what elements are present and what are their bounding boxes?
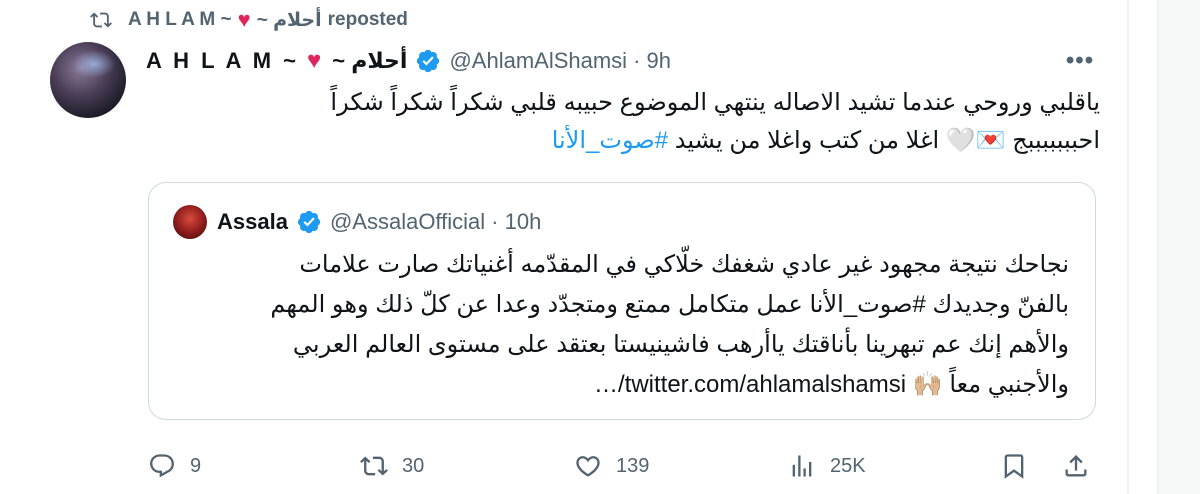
reply-icon [150,454,174,478]
avatar[interactable] [50,42,126,118]
repost-user[interactable]: A H L A M ~ [128,9,232,31]
quoted-text-line: نجاحك نتيجة مجهود غير عادي شغفك خلّاكي ف… [299,251,1069,278]
quoted-avatar[interactable] [173,205,207,239]
share-button[interactable] [1062,446,1104,486]
tweet-card[interactable]: A H L A M ~ ♥ ~ أحلام reposted A H L A M… [0,0,1127,494]
repost-label: reposted [327,9,408,30]
repost-icon [90,12,112,28]
handle[interactable]: @AhlamAlShamsi [449,48,627,74]
quoted-tweet[interactable]: Assala @AssalaOfficial · 10h نجاحك نتيجة… [148,182,1096,420]
quoted-text-line: والأجنبي معاً 🙌🏼 twitter.com/ahlamalsham… [593,371,1069,398]
quoted-tweet-text: نجاحك نتيجة مجهود غير عادي شغفك خلّاكي ف… [179,245,1069,405]
heart-emoji-icon: ♥ [237,7,251,32]
views-icon [792,455,812,477]
quoted-text-line: والأهم إنك عم تبهرينا بأناقتك ياأرهب فاش… [292,331,1069,358]
more-icon[interactable]: ••• [1062,49,1098,76]
quoted-timestamp[interactable]: · 10h [491,209,541,235]
action-bar: 9 30 139 25K [148,446,1098,486]
hashtag-link[interactable]: #صوت_الأنا [552,127,668,154]
timestamp[interactable]: · 9h [633,48,671,74]
quoted-tweet-header: Assala @AssalaOfficial · 10h [173,205,541,239]
share-icon [1065,455,1087,477]
tweet-header: A H L A M ~ ♥ ~ أحلام @AhlamAlShamsi · 9… [146,44,671,78]
reply-button[interactable]: 9 [148,446,201,486]
like-icon [576,456,600,477]
reply-count: 9 [190,454,202,477]
retweet-icon [360,456,388,476]
quoted-handle[interactable]: @AssalaOfficial [330,209,485,235]
tweet-text-line: ياقلبي وروحي عندما تشيد الاصاله ينتهي ال… [330,89,1100,116]
repost-count: 30 [402,454,425,477]
heart-emoji-icon: ♥ [307,47,325,74]
like-count: 139 [616,454,650,477]
display-name[interactable]: A H L A M ~ ♥ ~ أحلام [146,47,407,75]
bookmark-icon [1004,454,1024,479]
tweet-text: ياقلبي وروحي عندما تشيد الاصاله ينتهي ال… [300,84,1100,160]
side-gap [1129,0,1157,494]
scrollbar[interactable] [1157,0,1200,494]
views-button[interactable]: 25K [788,446,866,486]
like-button[interactable]: 139 [574,446,649,486]
bookmark-button[interactable] [1000,446,1042,486]
verified-badge-icon [297,210,321,234]
tweet-text-line: احبببببببج 💌🤍 اغلا من كتب واغلا من يشيد … [551,127,1100,154]
view-count: 25K [830,454,866,477]
repost-user-suffix[interactable]: ~ أحلام [257,9,322,32]
verified-badge-icon [417,49,440,73]
repost-context: A H L A M ~ ♥ ~ أحلام reposted [90,6,408,34]
quoted-display-name[interactable]: Assala [217,209,288,235]
quoted-text-line: بالفنّ وجديدك #صوت_الأنا عمل متكامل ممتع… [270,291,1069,318]
repost-button[interactable]: 30 [360,446,424,486]
